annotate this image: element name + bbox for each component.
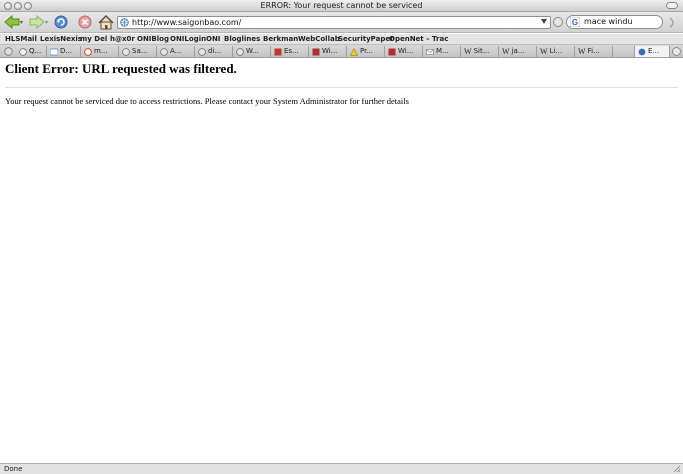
toolbar-toggle-button[interactable] (666, 2, 678, 9)
bookmarks-toolbar: HLSMail LexisNexis my Del h@x0r ONIBlog … (0, 34, 683, 45)
bookmark-onilogin[interactable]: ONILogin (170, 35, 206, 44)
site-favicon-icon (120, 18, 129, 27)
tab-10[interactable]: Pr... (347, 46, 385, 57)
tab-label: Li... (549, 47, 563, 55)
warning-icon (350, 47, 358, 56)
bookmark-securitypaper[interactable]: SecurityPaper (338, 35, 394, 44)
tab-favicon-icon (122, 47, 130, 56)
tab-2[interactable]: D... (47, 46, 81, 57)
tab-label: Sit... (473, 47, 490, 55)
tab-15[interactable]: W Li... (537, 46, 575, 57)
home-button[interactable] (98, 14, 114, 30)
tab-label: Es... (284, 47, 299, 55)
tab-favicon-icon (198, 47, 206, 56)
address-bar[interactable]: http://www.saigonbao.com/ (117, 16, 551, 29)
status-bar: Done (0, 463, 683, 474)
tab-1[interactable]: Q... (16, 46, 47, 57)
bookmark-oni[interactable]: ONI (206, 35, 220, 44)
forward-arrow-icon (29, 15, 48, 29)
tab-favicon-icon (388, 48, 396, 55)
tab-label: ja... (511, 47, 525, 55)
mail-icon (426, 48, 434, 55)
tab-7[interactable]: W... (233, 46, 271, 57)
forward-button[interactable] (29, 14, 49, 30)
status-text: Done (4, 465, 23, 473)
tab-label: Wi... (322, 47, 338, 55)
tab-label: Pr... (360, 47, 374, 55)
tab-favicon-icon (236, 47, 244, 56)
page-content: Client Error: URL requested was filtered… (0, 59, 683, 462)
error-heading: Client Error: URL requested was filtered… (5, 61, 237, 76)
bookmark-berkman[interactable]: Berkman (263, 35, 298, 44)
horizontal-rule (5, 87, 678, 88)
tab-list-icon[interactable] (4, 47, 13, 56)
tab-bar: Q... D... m... Sa... A... di... W... Es.… (0, 45, 683, 58)
bookmark-opennet-trac[interactable]: OpenNet – Trac (389, 35, 448, 44)
bookmark-hlsmail[interactable]: HLSMail (5, 35, 37, 44)
url-text[interactable]: http://www.saigonbao.com/ (132, 17, 241, 28)
tab-14[interactable]: W ja... (499, 46, 537, 57)
bookmark-lexisnexis[interactable]: LexisNexis (40, 35, 82, 44)
back-button[interactable] (4, 14, 24, 30)
tab-4[interactable]: Sa... (119, 46, 157, 57)
tab-16[interactable]: W Fi... (575, 46, 613, 57)
tab-favicon-icon (50, 48, 58, 55)
bookmark-h-x0r[interactable]: h@x0r (110, 35, 135, 44)
window-title-bar: ERROR: Your request cannot be serviced (0, 0, 683, 12)
navigation-toolbar: http://www.saigonbao.com/ G mace windu (0, 12, 683, 33)
tab-17-active[interactable]: E... (634, 46, 670, 57)
reload-icon (54, 15, 68, 29)
tab-label: Wi... (398, 47, 414, 55)
go-button[interactable] (553, 17, 563, 27)
tab-label: A... (170, 47, 182, 55)
tab-11[interactable]: Wi... (385, 46, 423, 57)
wikipedia-icon: W (540, 47, 548, 56)
url-history-dropdown-icon[interactable] (541, 19, 547, 24)
back-arrow-icon (4, 15, 23, 29)
tab-label: W... (246, 47, 259, 55)
tab-3[interactable]: m... (81, 46, 119, 57)
window-resize-icon[interactable] (673, 465, 681, 473)
tab-12[interactable]: M... (423, 46, 461, 57)
tab-5[interactable]: A... (157, 46, 195, 57)
tab-label: Q... (29, 47, 42, 55)
tab-8[interactable]: Es... (271, 46, 309, 57)
site-favicon-icon (638, 48, 646, 55)
tab-favicon-icon (19, 47, 27, 56)
stop-icon (78, 15, 92, 29)
tab-label: D... (60, 47, 73, 55)
tab-9[interactable]: Wi... (309, 46, 347, 57)
close-tab-button[interactable] (672, 47, 681, 56)
reload-button[interactable] (54, 14, 68, 30)
home-icon (98, 14, 114, 29)
google-search-engine-icon[interactable]: G (570, 17, 580, 27)
search-field[interactable]: G mace windu (566, 15, 663, 29)
tab-13[interactable]: W Sit... (461, 46, 499, 57)
stop-button[interactable] (78, 14, 92, 30)
bookmark-bloglines[interactable]: Bloglines (224, 35, 260, 44)
bookmark-oniblog[interactable]: ONIBlog (137, 35, 169, 44)
error-message: Your request cannot be serviced due to a… (5, 96, 409, 106)
tab-label: Sa... (132, 47, 148, 55)
tab-label: M... (436, 47, 449, 55)
tab-label: di... (208, 47, 222, 55)
toolbar-resize-icon (669, 17, 674, 28)
wikipedia-icon: W (464, 47, 472, 56)
tab-favicon-icon (274, 48, 282, 55)
wikipedia-icon: W (578, 47, 586, 56)
tab-label: m... (94, 47, 108, 55)
bookmark-my-del[interactable]: my Del (80, 35, 107, 44)
search-query[interactable]: mace windu (584, 16, 633, 28)
bookmark-webcollab[interactable]: WebCollab (298, 35, 340, 44)
tab-favicon-icon (312, 48, 320, 55)
tab-label: E... (648, 47, 660, 55)
tab-favicon-icon (84, 47, 92, 56)
tab-label: Fi... (587, 47, 600, 55)
svg-text:G: G (572, 18, 578, 27)
wikipedia-icon: W (502, 47, 510, 56)
tab-6[interactable]: di... (195, 46, 233, 57)
window-title: ERROR: Your request cannot be serviced (260, 1, 423, 10)
tab-favicon-icon (160, 47, 168, 56)
